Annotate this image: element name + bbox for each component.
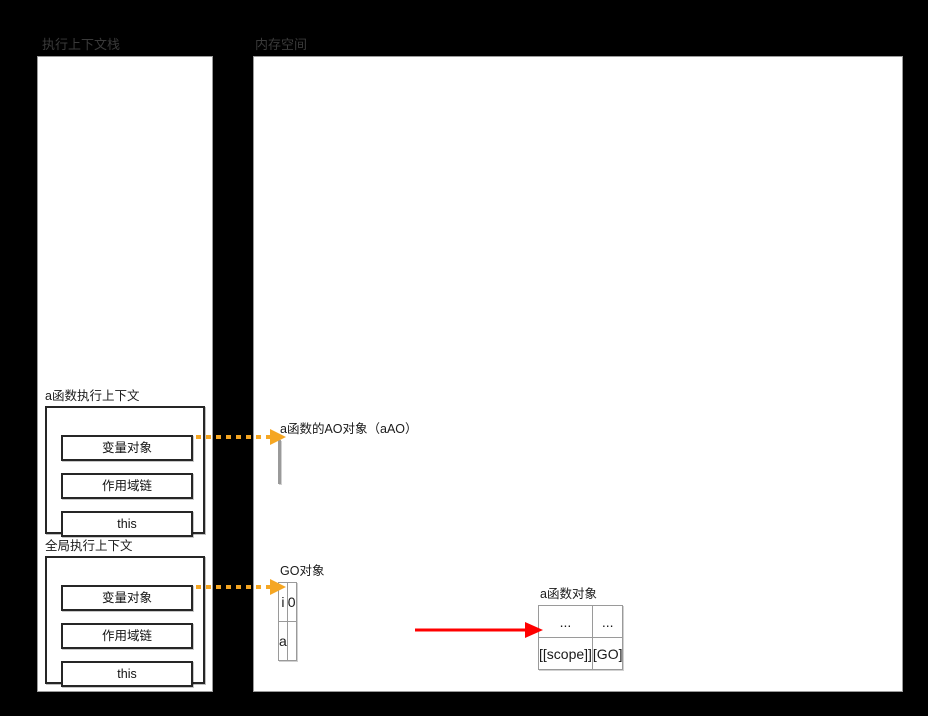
table-cell-key: i	[278, 582, 288, 622]
table-row	[278, 440, 281, 484]
table-row: [[scope]] [GO]	[538, 637, 624, 670]
context-row-variable-object[interactable]: 变量对象	[61, 435, 193, 461]
execution-context-global-box: 变量对象 作用域链 this	[45, 556, 205, 687]
memory-space-label: 内存空间	[255, 37, 308, 52]
memory-object-a-function-ao-table	[278, 440, 281, 484]
table-cell-value	[286, 621, 297, 661]
memory-object-a-function-title: a函数对象	[540, 587, 597, 601]
diagram-canvas: 执行上下文栈 内存空间 a函数执行上下文 变量对象 作用域链 this 全局执行…	[0, 0, 928, 716]
execution-context-a-function-title: a函数执行上下文	[45, 389, 140, 403]
execution-context-a-function-box: 变量对象 作用域链 this	[45, 406, 205, 537]
execution-context-a-function: a函数执行上下文 变量对象 作用域链 this	[37, 390, 213, 538]
execution-context-stack-label: 执行上下文栈	[42, 37, 121, 52]
table-cell-value: 0	[286, 582, 297, 622]
table-row: a	[278, 621, 297, 661]
execution-context-global: 全局执行上下文 变量对象 作用域链 this	[37, 540, 213, 688]
table-cell-value: [GO]	[591, 637, 624, 670]
context-row-this[interactable]: this	[61, 511, 193, 537]
table-cell-key: a	[278, 621, 288, 661]
memory-object-go-table: i 0 a	[278, 582, 297, 661]
context-row-scope-chain[interactable]: 作用域链	[61, 473, 193, 499]
table-cell-value: ...	[591, 605, 624, 638]
table-cell-key: [[scope]]	[538, 637, 593, 670]
table-row: i 0	[278, 582, 297, 622]
context-row-variable-object[interactable]: 变量对象	[61, 585, 193, 611]
table-row: ... ...	[538, 605, 624, 638]
context-row-this[interactable]: this	[61, 661, 193, 687]
execution-context-global-title: 全局执行上下文	[45, 539, 133, 553]
context-row-scope-chain[interactable]: 作用域链	[61, 623, 193, 649]
table-cell-key: ...	[538, 605, 593, 638]
table-cell-value	[279, 440, 281, 484]
memory-object-a-function-table: ... ... [[scope]] [GO]	[538, 605, 624, 670]
memory-object-go-title: GO对象	[280, 564, 325, 578]
memory-object-a-function-ao-title: a函数的AO对象（aAO）	[280, 422, 418, 436]
